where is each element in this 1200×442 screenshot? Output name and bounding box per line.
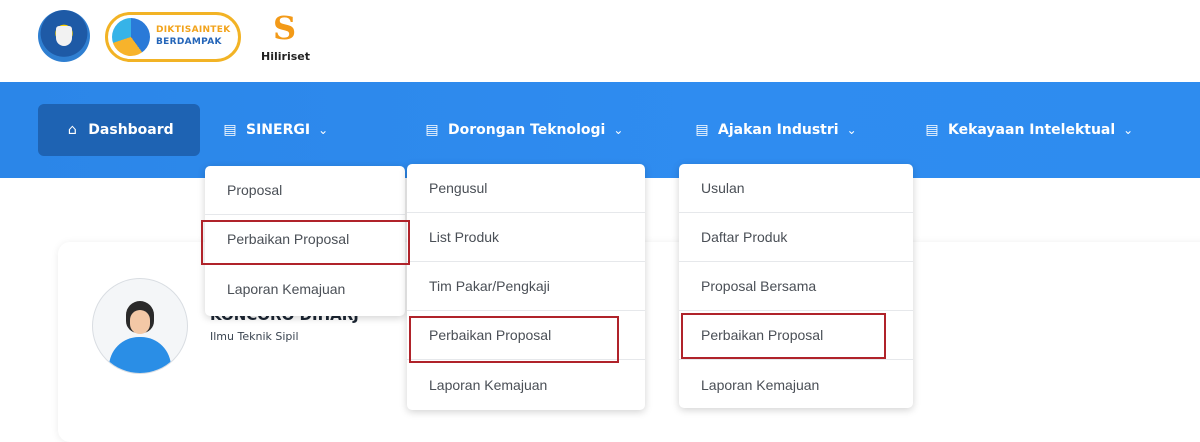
nav-dashboard[interactable]: ⌂ Dashboard — [38, 104, 200, 156]
avatar — [92, 278, 188, 374]
nav-sinergi[interactable]: ▤ SINERGI ⌄ — [222, 104, 328, 156]
nav-kekayaan-intelektual[interactable]: ▤ Kekayaan Intelektual ⌄ — [924, 104, 1133, 156]
menu-item-tim-pakar[interactable]: Tim Pakar/Pengkaji — [407, 262, 645, 311]
kemdikbud-logo — [38, 10, 90, 62]
menu-item-list-produk[interactable]: List Produk — [407, 213, 645, 262]
diktisaintek-emblem-icon — [112, 18, 150, 56]
menu-item-usulan[interactable]: Usulan — [679, 164, 913, 213]
nav-ajakan-label: Ajakan Industri — [718, 122, 839, 138]
ajakan-dropdown: Usulan Daftar Produk Proposal Bersama Pe… — [679, 164, 913, 408]
avatar-face-icon — [130, 310, 150, 334]
menu-item-laporan-kemajuan[interactable]: Laporan Kemajuan — [679, 360, 913, 409]
diktis-logo-line2: BERDAMPAK — [156, 37, 222, 47]
document-icon: ▤ — [425, 122, 439, 138]
home-icon: ⌂ — [67, 122, 77, 138]
dorongan-dropdown: Pengusul List Produk Tim Pakar/Pengkaji … — [407, 164, 645, 410]
profile-department: Ilmu Teknik Sipil — [210, 330, 299, 343]
nav-dorongan-teknologi[interactable]: ▤ Dorongan Teknologi ⌄ — [424, 104, 623, 156]
document-icon: ▤ — [223, 122, 237, 138]
menu-item-pengusul[interactable]: Pengusul — [407, 164, 645, 213]
nav-sinergi-label: SINERGI — [246, 122, 311, 138]
nav-kekayaan-label: Kekayaan Intelektual — [948, 122, 1116, 138]
highlight-box — [409, 316, 619, 363]
menu-item-laporan-kemajuan[interactable]: Laporan Kemajuan — [407, 360, 645, 409]
menu-item-proposal-bersama[interactable]: Proposal Bersama — [679, 262, 913, 311]
hiliriset-logo: S Hiliriset — [259, 12, 319, 64]
menu-item-daftar-produk[interactable]: Daftar Produk — [679, 213, 913, 262]
nav-ajakan-industri[interactable]: ▤ Ajakan Industri ⌄ — [694, 104, 857, 156]
menu-item-proposal[interactable]: Proposal — [205, 166, 405, 215]
nav-dorongan-label: Dorongan Teknologi — [448, 122, 606, 138]
hiliriset-mark-icon: S — [273, 9, 297, 47]
chevron-down-icon: ⌄ — [318, 123, 329, 137]
nav-dashboard-label: Dashboard — [88, 122, 174, 138]
hiliriset-logo-text: Hiliriset — [261, 50, 310, 63]
avatar-body-icon — [109, 337, 171, 373]
chevron-down-icon: ⌄ — [846, 123, 857, 137]
diktisaintek-logo: DIKTISAINTEK BERDAMPAK — [105, 12, 241, 62]
diktis-logo-line1: DIKTISAINTEK — [156, 25, 231, 35]
menu-item-laporan-kemajuan[interactable]: Laporan Kemajuan — [205, 264, 405, 313]
logo-bar: DIKTISAINTEK BERDAMPAK S Hiliriset — [0, 0, 1200, 82]
chevron-down-icon: ⌄ — [1123, 123, 1134, 137]
document-icon: ▤ — [695, 122, 709, 138]
highlight-box — [201, 220, 410, 265]
document-icon: ▤ — [925, 122, 939, 138]
highlight-box — [681, 313, 886, 359]
chevron-down-icon: ⌄ — [613, 123, 624, 137]
